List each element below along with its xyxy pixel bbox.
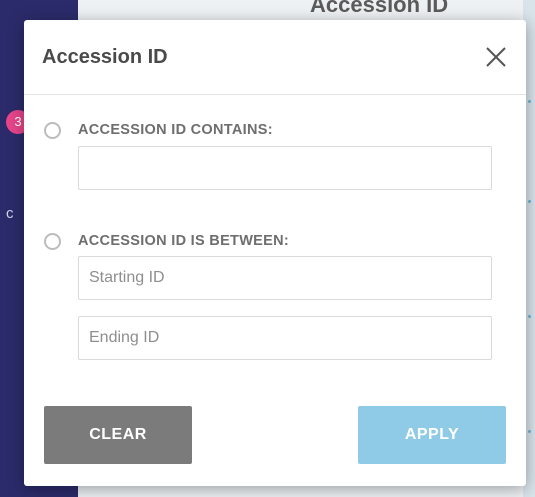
dialog-title: Accession ID: [42, 46, 168, 68]
background-header-text: Accession ID: [310, 0, 449, 17]
starting-id-input[interactable]: [78, 256, 492, 300]
radio-between[interactable]: [44, 232, 61, 250]
close-button[interactable]: [479, 40, 513, 74]
close-icon: [486, 47, 506, 67]
radio-contains[interactable]: [44, 121, 61, 139]
background-sidebar-letter: c: [6, 205, 14, 222]
option-contains-label: ACCESSION ID CONTAINS:: [78, 122, 273, 138]
dialog-header: Accession ID: [24, 20, 526, 95]
clear-button[interactable]: CLEAR: [44, 406, 192, 464]
app-background: 3 c Accession ID Accession ID ACCESSION …: [0, 0, 535, 497]
accession-id-dialog: Accession ID ACCESSION ID CONTAINS: ACCE…: [24, 20, 526, 486]
option-contains[interactable]: ACCESSION ID CONTAINS:: [44, 118, 273, 142]
contains-input[interactable]: [78, 146, 492, 190]
option-between-label: ACCESSION ID IS BETWEEN:: [78, 233, 290, 249]
option-between[interactable]: ACCESSION ID IS BETWEEN:: [44, 229, 289, 253]
apply-button[interactable]: APPLY: [358, 406, 506, 464]
ending-id-input[interactable]: [78, 316, 492, 360]
